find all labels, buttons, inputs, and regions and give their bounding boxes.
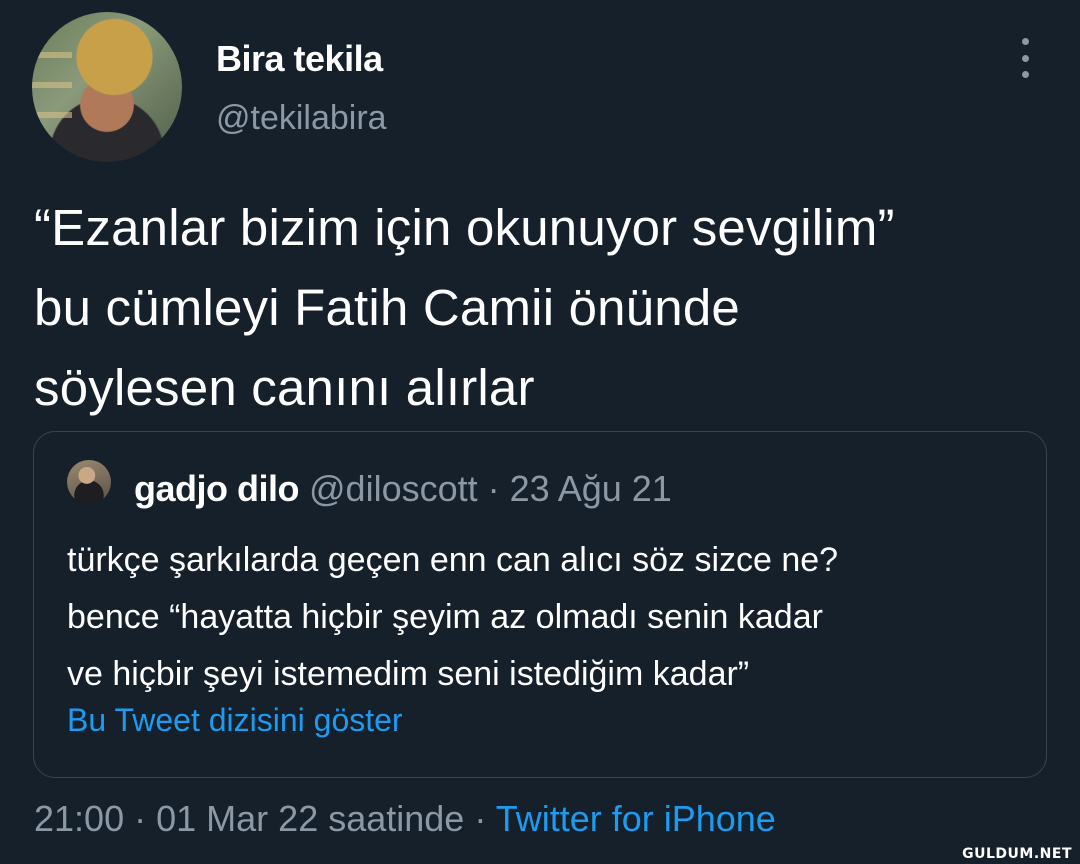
avatar-background-detail (32, 52, 72, 58)
watermark: GULDUM.NET (962, 846, 1072, 862)
tweet-source-link[interactable]: Twitter for iPhone (496, 798, 776, 839)
quoted-tweet-header: gadjo dilo @diloscott · 23 Ağu 21 (134, 468, 672, 510)
quoted-author-name[interactable]: gadjo dilo (134, 468, 299, 509)
more-vertical-icon[interactable] (1013, 38, 1037, 78)
dot (1021, 38, 1029, 45)
meta-separator: · (487, 468, 500, 509)
tweet-date[interactable]: 01 Mar 22 saatinde (156, 798, 464, 839)
author-handle[interactable]: @tekilabira (216, 99, 387, 138)
avatar-background-detail (32, 82, 72, 88)
quoted-tweet-date: 23 Ağu 21 (509, 468, 672, 509)
quoted-author-handle: @diloscott (309, 468, 478, 509)
quoted-tweet-text: türkçe şarkılarda geçen enn can alıcı sö… (67, 532, 1027, 703)
tweet-time[interactable]: 21:00 (34, 798, 124, 839)
quoted-author-avatar[interactable] (67, 460, 111, 504)
avatar-background-detail (32, 112, 72, 118)
meta-separator: · (134, 798, 147, 839)
author-display-name[interactable]: Bira tekila (216, 38, 383, 80)
quoted-text-line: bence “hayatta hiçbir şeyim az olmadı se… (67, 598, 823, 636)
tweet-text-line: “Ezanlar bizim için okunuyor sevgilim” (34, 199, 895, 256)
tweet-text-line: bu cümleyi Fatih Camii önünde (34, 279, 740, 336)
tweet-page: Bira tekila @tekilabira “Ezanlar bizim i… (0, 0, 1080, 864)
dot (1021, 54, 1029, 62)
show-thread-link[interactable]: Bu Tweet dizisini göster (67, 702, 403, 739)
tweet-metadata: 21:00 · 01 Mar 22 saatinde · Twitter for… (34, 798, 776, 840)
author-avatar[interactable] (32, 12, 182, 162)
dot (1021, 71, 1029, 78)
quoted-text-line: ve hiçbir şeyi istemedim seni istediğim … (67, 655, 750, 693)
tweet-text: “Ezanlar bizim için okunuyor sevgilim” b… (34, 188, 1054, 428)
meta-separator: · (474, 798, 487, 839)
quoted-tweet-card[interactable]: gadjo dilo @diloscott · 23 Ağu 21 türkçe… (33, 431, 1047, 778)
quoted-text-line: türkçe şarkılarda geçen enn can alıcı sö… (67, 541, 839, 579)
tweet-text-line: söylesen canını alırlar (34, 359, 535, 416)
